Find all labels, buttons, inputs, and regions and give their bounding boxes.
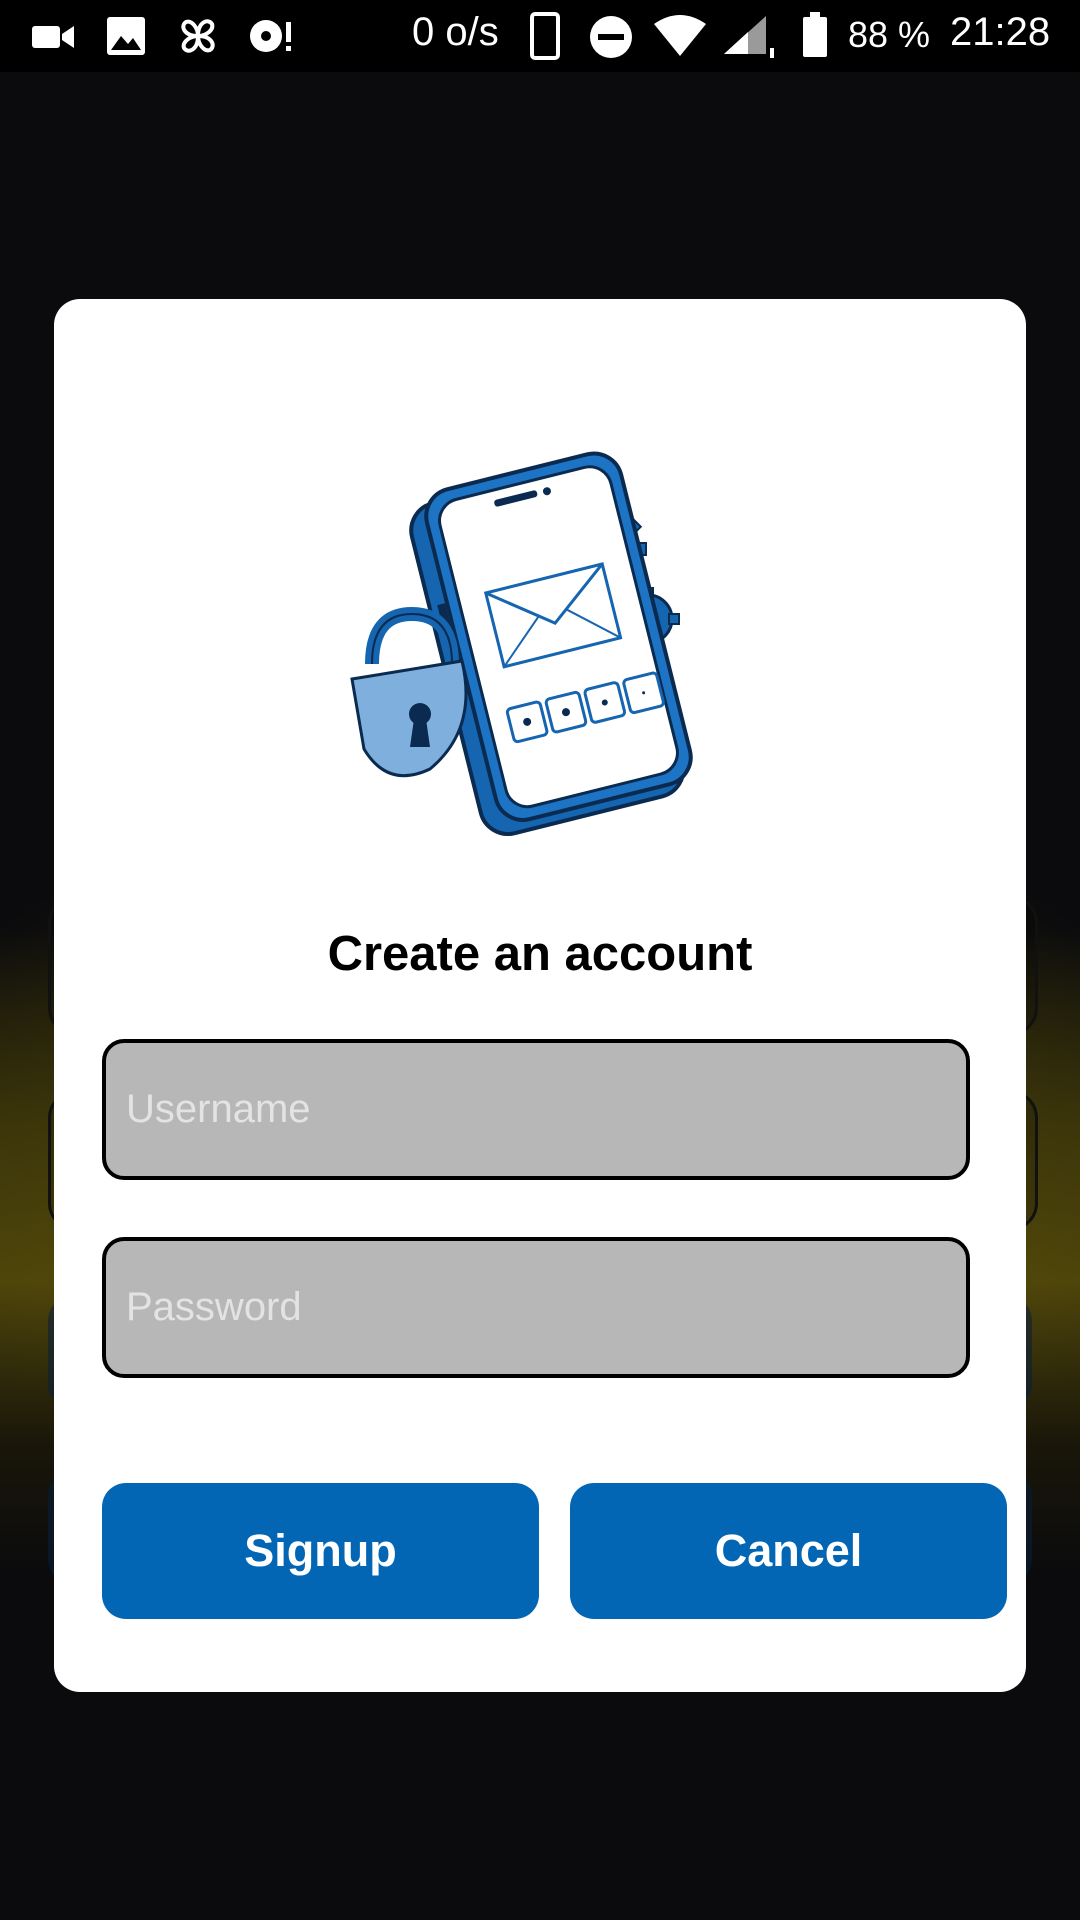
dialog-title: Create an account xyxy=(327,927,753,981)
do-not-disturb-icon xyxy=(590,16,632,58)
pinwheel-icon xyxy=(181,19,215,53)
cancel-button[interactable]: Cancel xyxy=(570,1483,1007,1619)
wifi-icon xyxy=(654,15,706,56)
record-alert-icon xyxy=(250,20,291,52)
status-bar: 0 o/s 88 % 21:28 xyxy=(0,0,1080,72)
padlock-icon xyxy=(350,606,468,778)
video-camera-icon xyxy=(32,26,74,48)
phone-lock-gears-illustration xyxy=(350,451,693,836)
signup-dialog: Create an account Signup Cancel xyxy=(54,299,1026,1692)
username-input[interactable] xyxy=(102,1039,970,1180)
cell-signal-icon xyxy=(724,16,774,58)
image-icon xyxy=(107,17,145,55)
password-input[interactable] xyxy=(102,1237,970,1378)
phone-outline-icon xyxy=(530,12,560,60)
network-speed: 0 o/s xyxy=(412,10,499,54)
battery-icon xyxy=(803,12,827,57)
signup-button[interactable]: Signup xyxy=(102,1483,539,1619)
battery-percent: 88 % xyxy=(848,14,931,55)
clock: 21:28 xyxy=(950,10,1051,54)
